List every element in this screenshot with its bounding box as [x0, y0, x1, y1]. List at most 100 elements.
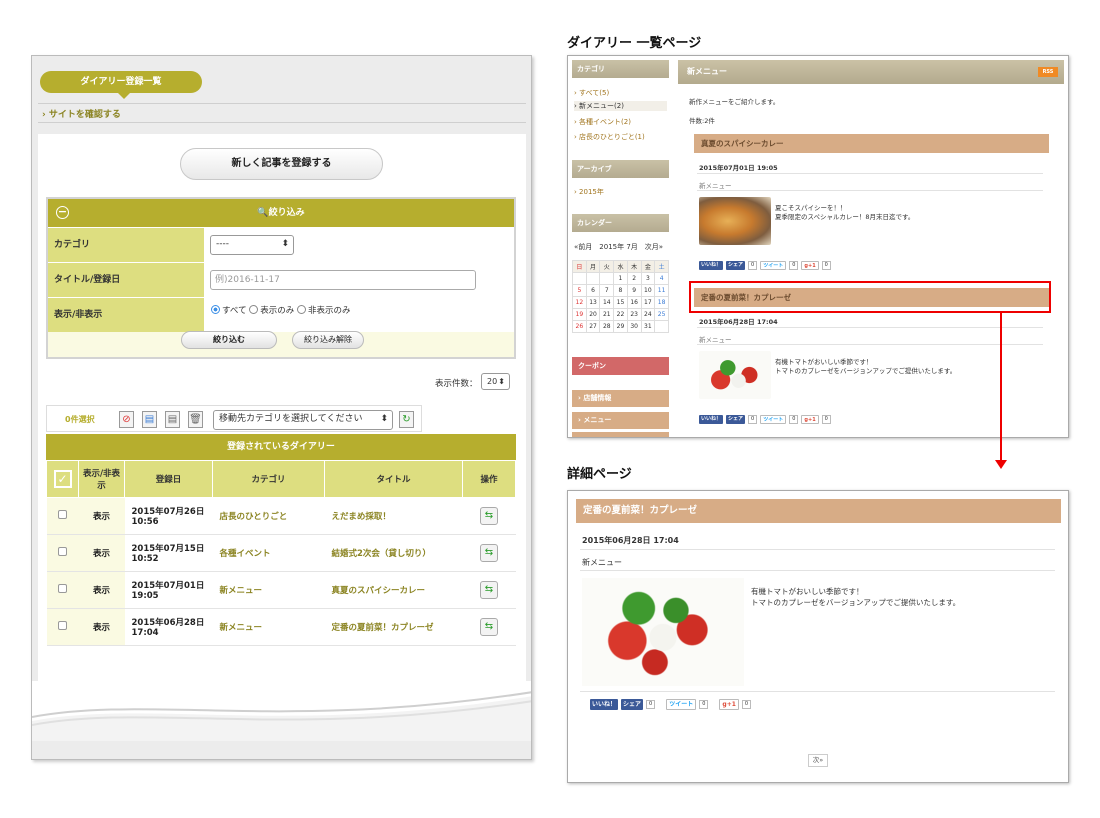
- row-checkbox[interactable]: [58, 621, 67, 630]
- post-title[interactable]: 真夏のスパイシーカレー: [694, 134, 1049, 153]
- view-site-link[interactable]: › サイトを確認する: [42, 107, 121, 120]
- page-title: ダイアリー登録一覧: [40, 71, 202, 99]
- edit-icon[interactable]: ⇆: [480, 618, 498, 636]
- list-page-caption: ダイアリー 一覧ページ: [567, 36, 702, 51]
- row-title[interactable]: えだまめ採取！: [324, 497, 463, 535]
- row-title[interactable]: 結婚式2次会（貸し切り）: [324, 534, 463, 572]
- table-row: 表示 2015年07月26日 10:56 店長のひとりごと えだまめ採取！ ⇆: [46, 497, 516, 535]
- refresh-icon[interactable]: ↻: [399, 411, 414, 428]
- sidebar-archive-2015[interactable]: › 2015年: [574, 187, 604, 197]
- detail-date: 2015年06月28日 17:04: [582, 536, 679, 545]
- new-article-button[interactable]: 新しく記事を登録する: [180, 148, 383, 180]
- select-all-checkbox[interactable]: ✓: [46, 460, 79, 498]
- column-visibility: 表示/非表示: [78, 460, 125, 498]
- post-text: 夏季限定のスペシャルカレー！8月末日迄です。: [775, 213, 915, 221]
- torn-edge-decoration: [32, 681, 531, 741]
- row-checkbox[interactable]: [58, 584, 67, 593]
- sidebar-category-new-menu[interactable]: › 新メニュー(2): [574, 101, 667, 111]
- connector-line: [1000, 313, 1002, 461]
- bulk-action-bar: 0件選択 ⊘ ▤ ▤ 🗑 移動先カテゴリを選択してください ⬍ ↻: [46, 405, 422, 432]
- visibility-label: 表示/非表示: [48, 298, 204, 332]
- list-page-preview: カテゴリ › すべて(5) › 新メニュー(2) › 各種イベント(2) › 店…: [567, 55, 1069, 438]
- row-date: 2015年07月15日 10:52: [124, 534, 213, 572]
- title-date-input[interactable]: 例)2016-11-17: [210, 270, 476, 290]
- selected-count: 0件選択: [65, 415, 95, 424]
- next-page-button[interactable]: 次»: [808, 754, 828, 767]
- post-category[interactable]: 新メニュー: [699, 334, 732, 344]
- table-row: 表示 2015年07月01日 19:05 新メニュー 真夏のスパイシーカレー ⇆: [46, 571, 516, 609]
- edit-icon[interactable]: ⇆: [480, 507, 498, 525]
- sidebar-category-all[interactable]: › すべて(5): [574, 88, 609, 98]
- facebook-like-button[interactable]: いいね！: [590, 699, 619, 710]
- title-date-label: タイトル/登録日: [48, 263, 204, 297]
- document-icon[interactable]: ▤: [142, 411, 157, 428]
- social-buttons: いいね！ シェア 0 ツイート 0 g+1 0: [699, 261, 831, 270]
- row-title[interactable]: 真夏のスパイシーカレー: [324, 571, 463, 609]
- edit-icon[interactable]: ⇆: [480, 581, 498, 599]
- document-gray-icon[interactable]: ▤: [165, 411, 180, 428]
- shop-info-banner[interactable]: › 店舗情報: [572, 390, 669, 407]
- clear-filter-button[interactable]: 絞り込み解除: [292, 331, 364, 349]
- calendar-nav[interactable]: «前月 2015年 7月 次月»: [574, 242, 663, 252]
- row-title[interactable]: 定番の夏前菜！カプレーゼ: [324, 608, 463, 646]
- radio-hidden[interactable]: 非表示のみ: [297, 305, 351, 316]
- facebook-share-button[interactable]: シェア: [621, 699, 644, 710]
- category-select[interactable]: ---- ⬍: [210, 235, 294, 255]
- column-category: カテゴリ: [212, 460, 325, 498]
- facebook-like-button[interactable]: いいね！: [699, 261, 724, 270]
- detail-text: トマトのカプレーゼをバージョンアップでご提供いたします。: [751, 598, 961, 607]
- post-category[interactable]: 新メニュー: [699, 180, 732, 190]
- detail-page-caption: 詳細ページ: [567, 467, 632, 482]
- facebook-share-button[interactable]: シェア: [726, 261, 746, 270]
- rss-icon[interactable]: RSS: [1038, 67, 1058, 77]
- gplus-button[interactable]: g+1: [801, 261, 819, 270]
- facebook-share-button[interactable]: シェア: [726, 415, 746, 424]
- display-count-select[interactable]: 20 ⬍: [481, 373, 510, 390]
- search-icon: 🔍: [257, 208, 269, 218]
- trash-icon[interactable]: 🗑: [188, 411, 203, 428]
- facebook-like-button[interactable]: いいね！: [699, 415, 724, 424]
- row-date: 2015年06月28日 17:04: [124, 608, 213, 646]
- radio-all[interactable]: すべて: [211, 305, 247, 316]
- collapse-icon[interactable]: −: [56, 206, 69, 219]
- coupon-banner[interactable]: クーポン: [572, 357, 669, 375]
- chevron-down-icon: ⬍: [498, 377, 505, 386]
- radio-shown[interactable]: 表示のみ: [249, 305, 294, 316]
- list-main-header: 新メニュー RSS: [678, 60, 1064, 84]
- gplus-button[interactable]: g+1: [719, 699, 739, 710]
- menu-banner[interactable]: › メニュー: [572, 412, 669, 429]
- calendar: 日月火水木金土 1234 5 6 7 8 9 10 11 12 13 14 15 16 17 18 19…: [572, 260, 669, 333]
- row-visibility: 表示: [78, 534, 125, 572]
- column-title: タイトル: [324, 460, 463, 498]
- row-checkbox[interactable]: [58, 547, 67, 556]
- row-category[interactable]: 各種イベント: [212, 534, 325, 572]
- sidebar-category-events[interactable]: › 各種イベント(2): [574, 117, 631, 127]
- hide-icon[interactable]: ⊘: [119, 411, 134, 428]
- more-banner[interactable]: [572, 432, 669, 437]
- row-visibility: 表示: [78, 571, 125, 609]
- divider: [38, 103, 526, 104]
- tweet-button[interactable]: ツイート: [760, 261, 787, 270]
- sidebar-category-header: カテゴリ: [572, 60, 669, 78]
- divider: [38, 122, 526, 123]
- tweet-button[interactable]: ツイート: [666, 699, 697, 710]
- chevron-down-icon: ⬍: [281, 239, 289, 249]
- post-text: トマトのカプレーゼをバージョンアップでご提供いたします。: [775, 367, 957, 375]
- post-date: 2015年06月28日 17:04: [699, 318, 778, 326]
- highlight-box: [689, 281, 1051, 313]
- row-category[interactable]: 店長のひとりごと: [212, 497, 325, 535]
- admin-panel: ダイアリー登録一覧 › サイトを確認する 新しく記事を登録する − 🔍絞り込み …: [31, 55, 532, 760]
- row-category[interactable]: 新メニュー: [212, 608, 325, 646]
- row-checkbox[interactable]: [58, 510, 67, 519]
- edit-icon[interactable]: ⇆: [480, 544, 498, 562]
- apply-filter-button[interactable]: 絞り込む: [181, 331, 277, 349]
- gplus-button[interactable]: g+1: [801, 415, 819, 424]
- column-action: 操作: [462, 460, 516, 498]
- sidebar-category-manager[interactable]: › 店長のひとりごと(1): [574, 132, 645, 142]
- tweet-button[interactable]: ツイート: [760, 415, 787, 424]
- row-category[interactable]: 新メニュー: [212, 571, 325, 609]
- diary-table: 登録されているダイアリー ✓ 表示/非表示 登録日 カテゴリ タイトル 操作 表…: [46, 434, 516, 646]
- move-category-select[interactable]: 移動先カテゴリを選択してください ⬍: [213, 410, 393, 430]
- detail-category[interactable]: 新メニュー: [582, 557, 622, 568]
- filter-header[interactable]: − 🔍絞り込み: [48, 199, 514, 227]
